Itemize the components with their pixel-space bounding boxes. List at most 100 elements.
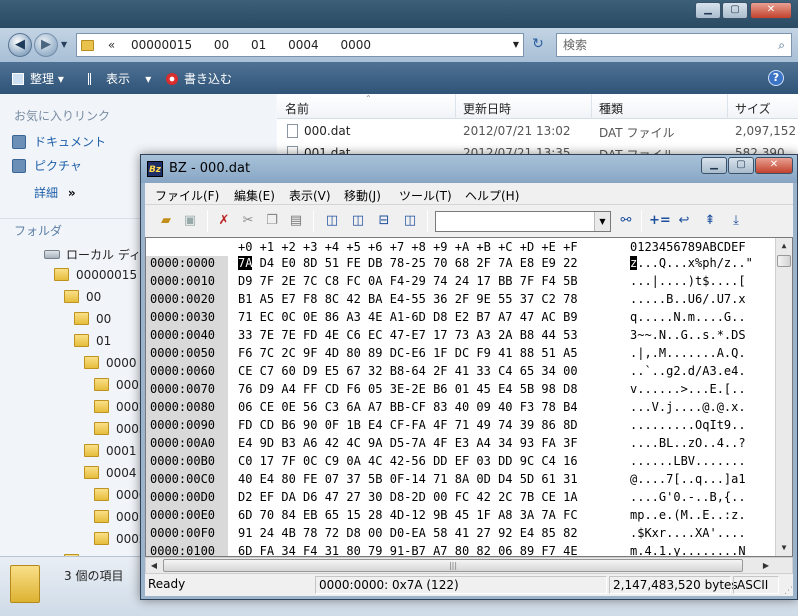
tree-item-local-disk[interactable]: ローカル ディ [44,246,141,263]
column-divider[interactable] [591,94,592,119]
menu-tools[interactable]: ツール(T) [399,187,452,204]
column-header-name[interactable]: 名前 [285,100,309,117]
close-button[interactable]: ✕ [750,2,792,19]
tree-item[interactable]: 00000015 [54,268,137,282]
maximize-button[interactable]: ▢ [728,157,754,174]
scroll-right-icon[interactable]: ▶ [758,558,774,573]
scroll-down-icon[interactable]: ▼ [776,540,792,556]
search-input[interactable]: 検索 ⌕ [556,33,792,57]
row-ascii[interactable]: q.....N.m....G.. [630,310,746,324]
row-ascii[interactable]: ..`..g2.d/A3.e4. [630,364,746,378]
row-ascii[interactable]: ......LBV....... [630,454,746,468]
tree-item[interactable]: 0000 [94,488,147,502]
minimize-button[interactable]: ▁ [701,157,727,174]
views-button[interactable]: 表示 ▾ [88,70,151,87]
row-ascii[interactable]: ....G'0.-..B,{.. [630,490,746,504]
tree-item[interactable]: 00 [64,290,101,304]
compare-icon[interactable]: += [649,212,671,230]
address-segment[interactable]: 00 [214,38,229,52]
row-ascii[interactable]: ....BL..zO..4..? [630,436,746,450]
refresh-icon[interactable]: ↻ [527,36,549,56]
tree-item[interactable]: 00 [74,312,111,326]
tree-item[interactable]: 0001 [94,510,147,524]
close-button[interactable]: ✕ [755,157,793,174]
column-header-size[interactable]: サイズ [735,100,771,117]
tree-item[interactable]: 0000 [84,356,137,370]
row-ascii[interactable]: mp..e.(M..E..:z. [630,508,746,522]
row-ascii[interactable]: .........OqIt9.. [630,418,746,432]
tree-item[interactable]: 0001 [84,444,137,458]
favorites-more-link[interactable]: 詳細 » [34,184,76,201]
row-bytes[interactable]: 40 E4 80 FE 07 37 5B 0F-14 71 8A 0D D4 5… [238,472,578,486]
tree-item[interactable]: 0002 [94,532,147,546]
menu-file[interactable]: ファイル(F) [155,187,219,204]
cut-icon[interactable]: ✂ [239,212,257,230]
row-bytes[interactable]: 7A D4 E0 8D 51 FE DB 78-25 70 68 2F 7A E… [238,256,578,270]
paste-icon[interactable]: ▤ [287,212,305,230]
column-divider[interactable] [727,94,728,119]
row-bytes[interactable]: D9 7F 2E 7C C8 FC 0A F4-29 74 24 17 BB 7… [238,274,578,288]
row-bytes[interactable]: D2 EF DA D6 47 27 30 D8-2D 00 FC 42 2C 7… [238,490,578,504]
address-overflow-chevron[interactable]: « [108,38,115,52]
row-bytes[interactable]: 06 CE 0E 56 C3 6A A7 BB-CF 83 40 09 40 F… [238,400,578,414]
jump-end-icon[interactable]: ⤓ [727,212,745,230]
row-bytes[interactable]: 6D 70 84 EB 65 15 28 4D-12 9B 45 1F A8 3… [238,508,578,522]
burn-button[interactable]: 書き込む [166,70,232,87]
jump-top-icon[interactable]: ⇞ [701,212,719,230]
status-encoding[interactable]: ASCII [733,576,779,594]
back-button[interactable]: ◀ [8,33,32,57]
row-ascii[interactable]: 3~~.N..G..s.*.DS [630,328,746,342]
row-bytes[interactable]: 76 D9 A4 FF CD F6 05 3E-2E B6 01 45 E4 5… [238,382,578,396]
address-segment[interactable]: 00000015 [131,38,192,52]
row-bytes[interactable]: E4 9D B3 A6 42 4C 9A D5-7A 4F E3 A4 34 9… [238,436,578,450]
tree-item[interactable]: 0004 [84,466,137,480]
split-horizontal-icon[interactable]: ⊟ [375,212,393,230]
chevron-down-icon[interactable]: ▼ [594,212,610,231]
row-bytes[interactable]: B1 A5 E7 F8 8C 42 BA E4-55 36 2F 9E 55 3… [238,292,578,306]
row-bytes[interactable]: C0 17 7F 0C C9 0A 4C 42-56 DD EF 03 DD 9… [238,454,578,468]
file-row[interactable]: 000.dat 2012/07/21 13:02 DAT ファイル 2,097,… [277,120,798,142]
tree-item[interactable]: 0002 [94,400,147,414]
row-ascii[interactable]: @....7[..q...]a1 [630,472,746,486]
horizontal-scroll-thumb[interactable]: ||| [163,559,743,572]
menu-view[interactable]: 表示(V) [289,187,331,204]
find-binoculars-icon[interactable]: ⚯ [617,212,635,230]
horizontal-scrollbar[interactable]: ◀ ||| ▶ [145,557,793,574]
favorite-link-documents[interactable]: ドキュメント [12,133,106,150]
address-segment[interactable]: 01 [251,38,266,52]
split-vertical-icon[interactable]: ◫ [349,212,367,230]
row-ascii[interactable]: ...V.j....@.@.x. [630,400,746,414]
bz-titlebar[interactable]: Bz BZ - 000.dat ▁ ▢ ✕ [141,155,797,183]
open-icon[interactable]: ▰ [157,212,175,230]
row-ascii[interactable]: .|,.M.......A.Q. [630,346,746,360]
tree-item[interactable]: 0001 [94,378,147,392]
copy-icon[interactable]: ❐ [263,212,281,230]
scroll-left-icon[interactable]: ◀ [146,558,162,573]
tree-item[interactable]: 0003 [94,422,147,436]
single-view-icon[interactable]: ◫ [323,212,341,230]
row-bytes[interactable]: FD CD B6 90 0F 1B E4 CF-FA 4F 71 49 74 3… [238,418,578,432]
column-header-type[interactable]: 種類 [599,100,623,117]
jump-back-icon[interactable]: ↩ [675,212,693,230]
row-bytes[interactable]: CE C7 60 D9 E5 67 32 B8-64 2F 41 33 C4 6… [238,364,578,378]
bz-app-icon[interactable]: Bz [147,161,163,177]
row-bytes[interactable]: 71 EC 0C 0E 86 A3 4E A1-6D D8 E2 B7 A7 4… [238,310,578,324]
row-bytes[interactable]: 6D FA 34 F4 31 80 79 91-B7 A7 80 82 06 8… [238,544,578,556]
minimize-button[interactable]: ▁ [695,2,721,19]
favorite-link-pictures[interactable]: ピクチャ [12,157,82,174]
resize-grip-icon[interactable]: ⋰ [784,586,793,596]
vertical-scroll-thumb[interactable] [777,255,791,267]
row-ascii[interactable]: .....B..U6/.U7.x [630,292,746,306]
address-segment[interactable]: 0000 [341,38,372,52]
column-header-modified[interactable]: 更新日時 [463,100,511,117]
scroll-up-icon[interactable]: ▲ [776,238,792,254]
forward-button[interactable]: ▶ [34,33,58,57]
menu-edit[interactable]: 編集(E) [234,187,275,204]
delete-icon[interactable]: ✗ [215,212,233,230]
recent-pages-dropdown-icon[interactable]: ▼ [61,40,67,49]
row-ascii[interactable]: ...|....)t$....[ [630,274,746,288]
row-ascii[interactable]: z...Q...x%ph/z.." [630,256,753,270]
save-icon[interactable]: ▣ [181,212,199,230]
search-icon[interactable]: ⌕ [778,34,785,56]
find-combobox[interactable]: ▼ [435,211,611,232]
